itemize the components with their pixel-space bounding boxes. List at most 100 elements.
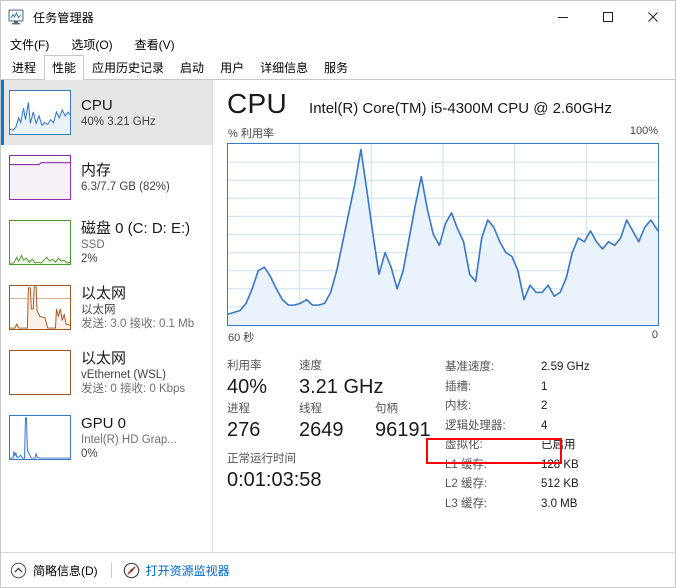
stat-utilization: 利用率 40% xyxy=(227,358,299,400)
sidebar-item-ethernet-texts: 以太网 以太网 发送: 3.0 接收: 0.1 Mb xyxy=(81,285,194,331)
stat-processes-value: 276 xyxy=(227,419,261,441)
status-bar: 简略信息(D) 打开资源监视器 xyxy=(1,552,675,587)
sidebar-item-disk-0[interactable]: 磁盘 0 (C: D: E:) SSD 2% xyxy=(1,210,212,275)
stat-sockets-value: 1 xyxy=(541,380,548,393)
sidebar-item-vethernet-wsl-texts: 以太网 vEthernet (WSL) 发送: 0 接收: 0 Kbps xyxy=(81,350,185,396)
stat-logical-processors: 逻辑处理器: 4 xyxy=(445,417,659,437)
sidebar-item-cpu-texts: CPU 40% 3.21 GHz xyxy=(81,97,156,129)
sidebar-item-gpu-0[interactable]: GPU 0 Intel(R) HD Grap... 0% xyxy=(1,405,212,470)
gpu-thumbnail-graph xyxy=(9,415,71,460)
sidebar-item-cpu[interactable]: CPU 40% 3.21 GHz xyxy=(1,80,212,145)
stat-l1-cache: L1 缓存: 128 KB xyxy=(445,456,659,476)
tab-details[interactable]: 详细信息 xyxy=(252,55,316,80)
stat-cores-label: 内核: xyxy=(445,400,472,412)
stat-l2-cache-label: L2 缓存: xyxy=(445,478,488,490)
stat-l3-cache-label: L3 缓存: xyxy=(445,497,488,510)
stat-uptime-value: 0:01:03:58 xyxy=(227,469,322,491)
sidebar-item-cpu-title: CPU xyxy=(81,96,113,114)
sidebar-item-gpu-0-texts: GPU 0 Intel(R) HD Grap... 0% xyxy=(81,415,177,461)
sidebar-item-memory-sub: 6.3/7.7 GB (82%) xyxy=(81,180,170,193)
sidebar-item-vethernet-wsl-throughput: 发送: 0 接收: 0 Kbps xyxy=(81,382,186,395)
stat-l3-cache: L3 缓存: 3.0 MB xyxy=(445,495,659,515)
sidebar-item-gpu-0-sub: Intel(R) HD Grap... xyxy=(81,433,177,446)
window-title: 任务管理器 xyxy=(33,10,95,25)
stats-row-util-speed: 利用率 40% 速度 3.21 GHz xyxy=(227,358,439,400)
cpu-stats-secondary: 基准速度: 2.59 GHz 插槽: 1 内核: 2 逻辑处理器: 4 虚拟化:… xyxy=(439,358,659,514)
open-resource-monitor-label: 打开资源监视器 xyxy=(145,563,230,578)
stat-processes-label: 进程 xyxy=(227,403,250,415)
stat-base-speed-label: 基准速度: xyxy=(445,361,495,373)
page-title: CPU xyxy=(227,88,288,119)
sidebar-item-vethernet-wsl-title: 以太网 xyxy=(81,349,127,367)
stat-sockets: 插槽: 1 xyxy=(445,378,659,398)
stat-l2-cache-value: 512 KB xyxy=(541,478,579,490)
sidebar-item-disk-0-usage: 2% xyxy=(81,252,98,265)
stat-threads-value: 2649 xyxy=(299,419,344,441)
cpu-utilization-chart-svg xyxy=(228,144,658,325)
stat-virtualization-value: 已启用 xyxy=(541,439,576,451)
sidebar-item-ethernet[interactable]: 以太网 以太网 发送: 3.0 接收: 0.1 Mb xyxy=(1,275,212,340)
tab-strip: 进程 性能 应用历史记录 启动 用户 详细信息 服务 xyxy=(1,55,675,80)
content-area: CPU 40% 3.21 GHz 内存 6.3/7.7 GB (82%) 磁盘 … xyxy=(1,80,675,552)
graph-axis-label: % 利用率 xyxy=(228,128,274,140)
sidebar-item-memory-title: 内存 xyxy=(81,161,112,179)
chevron-up-circle-icon xyxy=(10,562,27,579)
sidebar-item-vethernet-wsl[interactable]: 以太网 vEthernet (WSL) 发送: 0 接收: 0 Kbps xyxy=(1,340,212,405)
stat-handles-label: 句柄 xyxy=(375,403,398,415)
tab-users[interactable]: 用户 xyxy=(212,55,252,80)
stat-cores-value: 2 xyxy=(541,400,548,412)
graph-axis-max: 100% xyxy=(629,125,658,137)
resource-monitor-icon xyxy=(123,562,140,579)
stat-threads-label: 线程 xyxy=(299,403,322,415)
stat-base-speed: 基准速度: 2.59 GHz xyxy=(445,358,659,378)
vethernet-thumbnail-graph xyxy=(9,350,71,395)
menu-item-view[interactable]: 查看(V) xyxy=(133,34,184,55)
stats-row-proc-thread-handle: 进程 276 线程 2649 句柄 96191 xyxy=(227,401,439,443)
sidebar-item-vethernet-wsl-sub: vEthernet (WSL) xyxy=(81,368,166,381)
sidebar-item-ethernet-title: 以太网 xyxy=(81,284,127,302)
stat-l2-cache: L2 缓存: 512 KB xyxy=(445,475,659,495)
close-button[interactable] xyxy=(630,1,675,33)
sidebar-item-disk-0-texts: 磁盘 0 (C: D: E:) SSD 2% xyxy=(81,220,190,266)
maximize-button[interactable] xyxy=(585,1,630,33)
open-resource-monitor-link[interactable]: 打开资源监视器 xyxy=(123,562,230,579)
cpu-stats-primary: 利用率 40% 速度 3.21 GHz 进程 276 线程 2649 句柄 96… xyxy=(227,358,439,514)
stat-l3-cache-value: 3.0 MB xyxy=(541,497,578,510)
stat-uptime-label: 正常运行时间 xyxy=(227,453,296,465)
stat-base-speed-value: 2.59 GHz xyxy=(541,361,590,373)
tab-performance[interactable]: 性能 xyxy=(44,55,85,80)
ethernet-thumbnail-graph xyxy=(9,285,71,330)
performance-detail-pane: CPU Intel(R) Core(TM) i5-4300M CPU @ 2.6… xyxy=(213,80,675,552)
tab-startup[interactable]: 启动 xyxy=(172,55,212,80)
resource-sidebar: CPU 40% 3.21 GHz 内存 6.3/7.7 GB (82%) 磁盘 … xyxy=(1,80,213,552)
window-controls xyxy=(540,1,675,33)
disk-thumbnail-graph xyxy=(9,220,71,265)
fewer-details-button[interactable]: 简略信息(D) xyxy=(10,562,98,579)
sidebar-item-memory[interactable]: 内存 6.3/7.7 GB (82%) xyxy=(1,145,212,210)
sidebar-item-cpu-sub: 40% 3.21 GHz xyxy=(81,115,156,128)
sidebar-item-ethernet-sub: 以太网 xyxy=(81,303,116,316)
task-manager-icon xyxy=(8,8,26,26)
tab-app-history[interactable]: 应用历史记录 xyxy=(84,55,172,80)
stat-speed-label: 速度 xyxy=(299,360,322,372)
stat-virtualization-label: 虚拟化: xyxy=(445,439,483,451)
stat-cores: 内核: 2 xyxy=(445,397,659,417)
cpu-stats: 利用率 40% 速度 3.21 GHz 进程 276 线程 2649 句柄 96… xyxy=(227,358,659,514)
sidebar-item-gpu-0-usage: 0% xyxy=(81,447,98,460)
stat-speed-value: 3.21 GHz xyxy=(299,376,384,398)
stat-sockets-label: 插槽: xyxy=(445,380,472,393)
minimize-button[interactable] xyxy=(540,1,585,33)
stat-handles: 句柄 96191 xyxy=(375,401,431,443)
menu-item-options[interactable]: 选项(O) xyxy=(69,34,121,55)
sidebar-item-disk-0-sub: SSD xyxy=(81,238,105,251)
memory-thumbnail-graph xyxy=(9,155,71,200)
menu-item-file[interactable]: 文件(F) xyxy=(8,34,58,55)
tab-services[interactable]: 服务 xyxy=(316,55,356,80)
stat-uptime: 正常运行时间 0:01:03:58 xyxy=(227,451,439,493)
stat-virtualization: 虚拟化: 已启用 xyxy=(445,436,659,456)
stat-logical-processors-value: 4 xyxy=(541,419,548,432)
tab-processes[interactable]: 进程 xyxy=(4,55,44,80)
graph-caption-row: % 利用率 100% xyxy=(227,125,659,141)
cpu-model-name: Intel(R) Core(TM) i5-4300M CPU @ 2.60GHz xyxy=(309,100,612,117)
cpu-thumbnail-graph xyxy=(9,90,71,135)
